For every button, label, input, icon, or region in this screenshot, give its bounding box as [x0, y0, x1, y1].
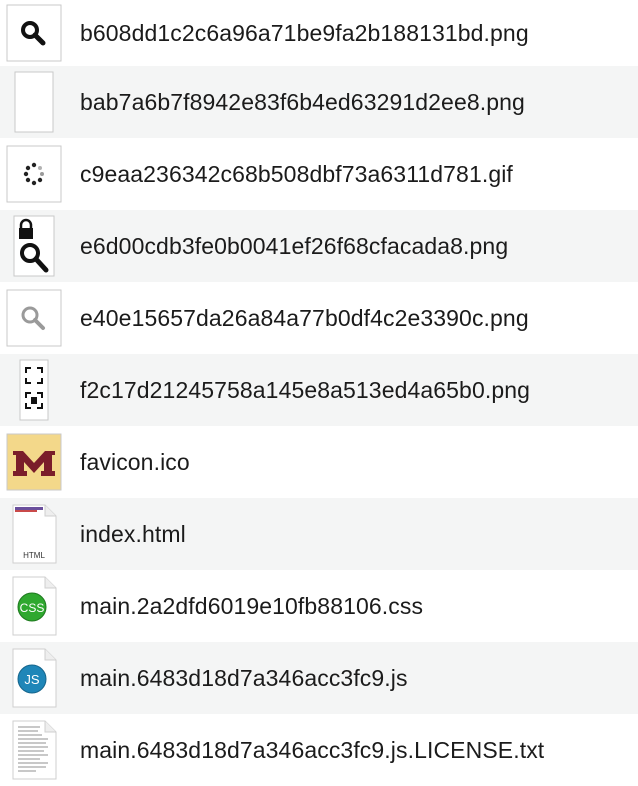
- file-name: f2c17d21245758a145e8a513ed4a65b0.png: [80, 376, 530, 403]
- file-name: bab7a6b7f8942e83f6b4ed63291d2ee8.png: [80, 88, 525, 115]
- html-badge-label: HTML: [23, 551, 45, 560]
- file-name: main.6483d18d7a346acc3fc9.js.LICENSE.txt: [80, 736, 545, 763]
- light-magnifier-thumbnail-icon: [6, 288, 62, 348]
- fullscreen-brackets-thumbnail-icon: [6, 359, 62, 421]
- file-name: index.html: [80, 520, 186, 547]
- js-badge-label: JS: [24, 672, 40, 687]
- css-badge-label: CSS: [20, 601, 45, 615]
- spinner-thumbnail-icon: [6, 144, 62, 204]
- file-row[interactable]: c9eaa236342c68b508dbf73a6311d781.gif: [0, 138, 638, 210]
- html-document-icon: HTML: [6, 504, 62, 564]
- file-name: e6d00cdb3fe0b0041ef26f68cfacada8.png: [80, 232, 509, 259]
- file-row[interactable]: CSS main.2a2dfd6019e10fb88106.css: [0, 570, 638, 642]
- js-document-icon: JS: [6, 648, 62, 708]
- file-name: main.6483d18d7a346acc3fc9.js: [80, 664, 408, 691]
- file-row[interactable]: main.6483d18d7a346acc3fc9.js.LICENSE.txt: [0, 714, 638, 786]
- file-row[interactable]: HTML index.html: [0, 498, 638, 570]
- lock-magnifier-thumbnail-icon: [6, 215, 62, 277]
- file-list: b608dd1c2c6a96a71be9fa2b188131bd.png bab…: [0, 0, 638, 786]
- file-row[interactable]: favicon.ico: [0, 426, 638, 498]
- file-name: c9eaa236342c68b508dbf73a6311d781.gif: [80, 160, 513, 187]
- file-row[interactable]: e40e15657da26a84a77b0df4c2e3390c.png: [0, 282, 638, 354]
- file-name: b608dd1c2c6a96a71be9fa2b188131bd.png: [80, 19, 529, 46]
- file-row[interactable]: bab7a6b7f8942e83f6b4ed63291d2ee8.png: [0, 66, 638, 138]
- file-row[interactable]: JS main.6483d18d7a346acc3fc9.js: [0, 642, 638, 714]
- file-row[interactable]: b608dd1c2c6a96a71be9fa2b188131bd.png: [0, 0, 638, 66]
- file-name: e40e15657da26a84a77b0df4c2e3390c.png: [80, 304, 529, 331]
- file-name: main.2a2dfd6019e10fb88106.css: [80, 592, 424, 619]
- file-row[interactable]: f2c17d21245758a145e8a513ed4a65b0.png: [0, 354, 638, 426]
- blank-thumbnail-icon: [6, 71, 62, 133]
- magnifier-thumbnail-icon: [6, 3, 62, 63]
- text-document-icon: [6, 720, 62, 780]
- file-row[interactable]: e6d00cdb3fe0b0041ef26f68cfacada8.png: [0, 210, 638, 282]
- file-name: favicon.ico: [80, 448, 190, 475]
- favicon-m-logo-icon: [6, 432, 62, 492]
- css-document-icon: CSS: [6, 576, 62, 636]
